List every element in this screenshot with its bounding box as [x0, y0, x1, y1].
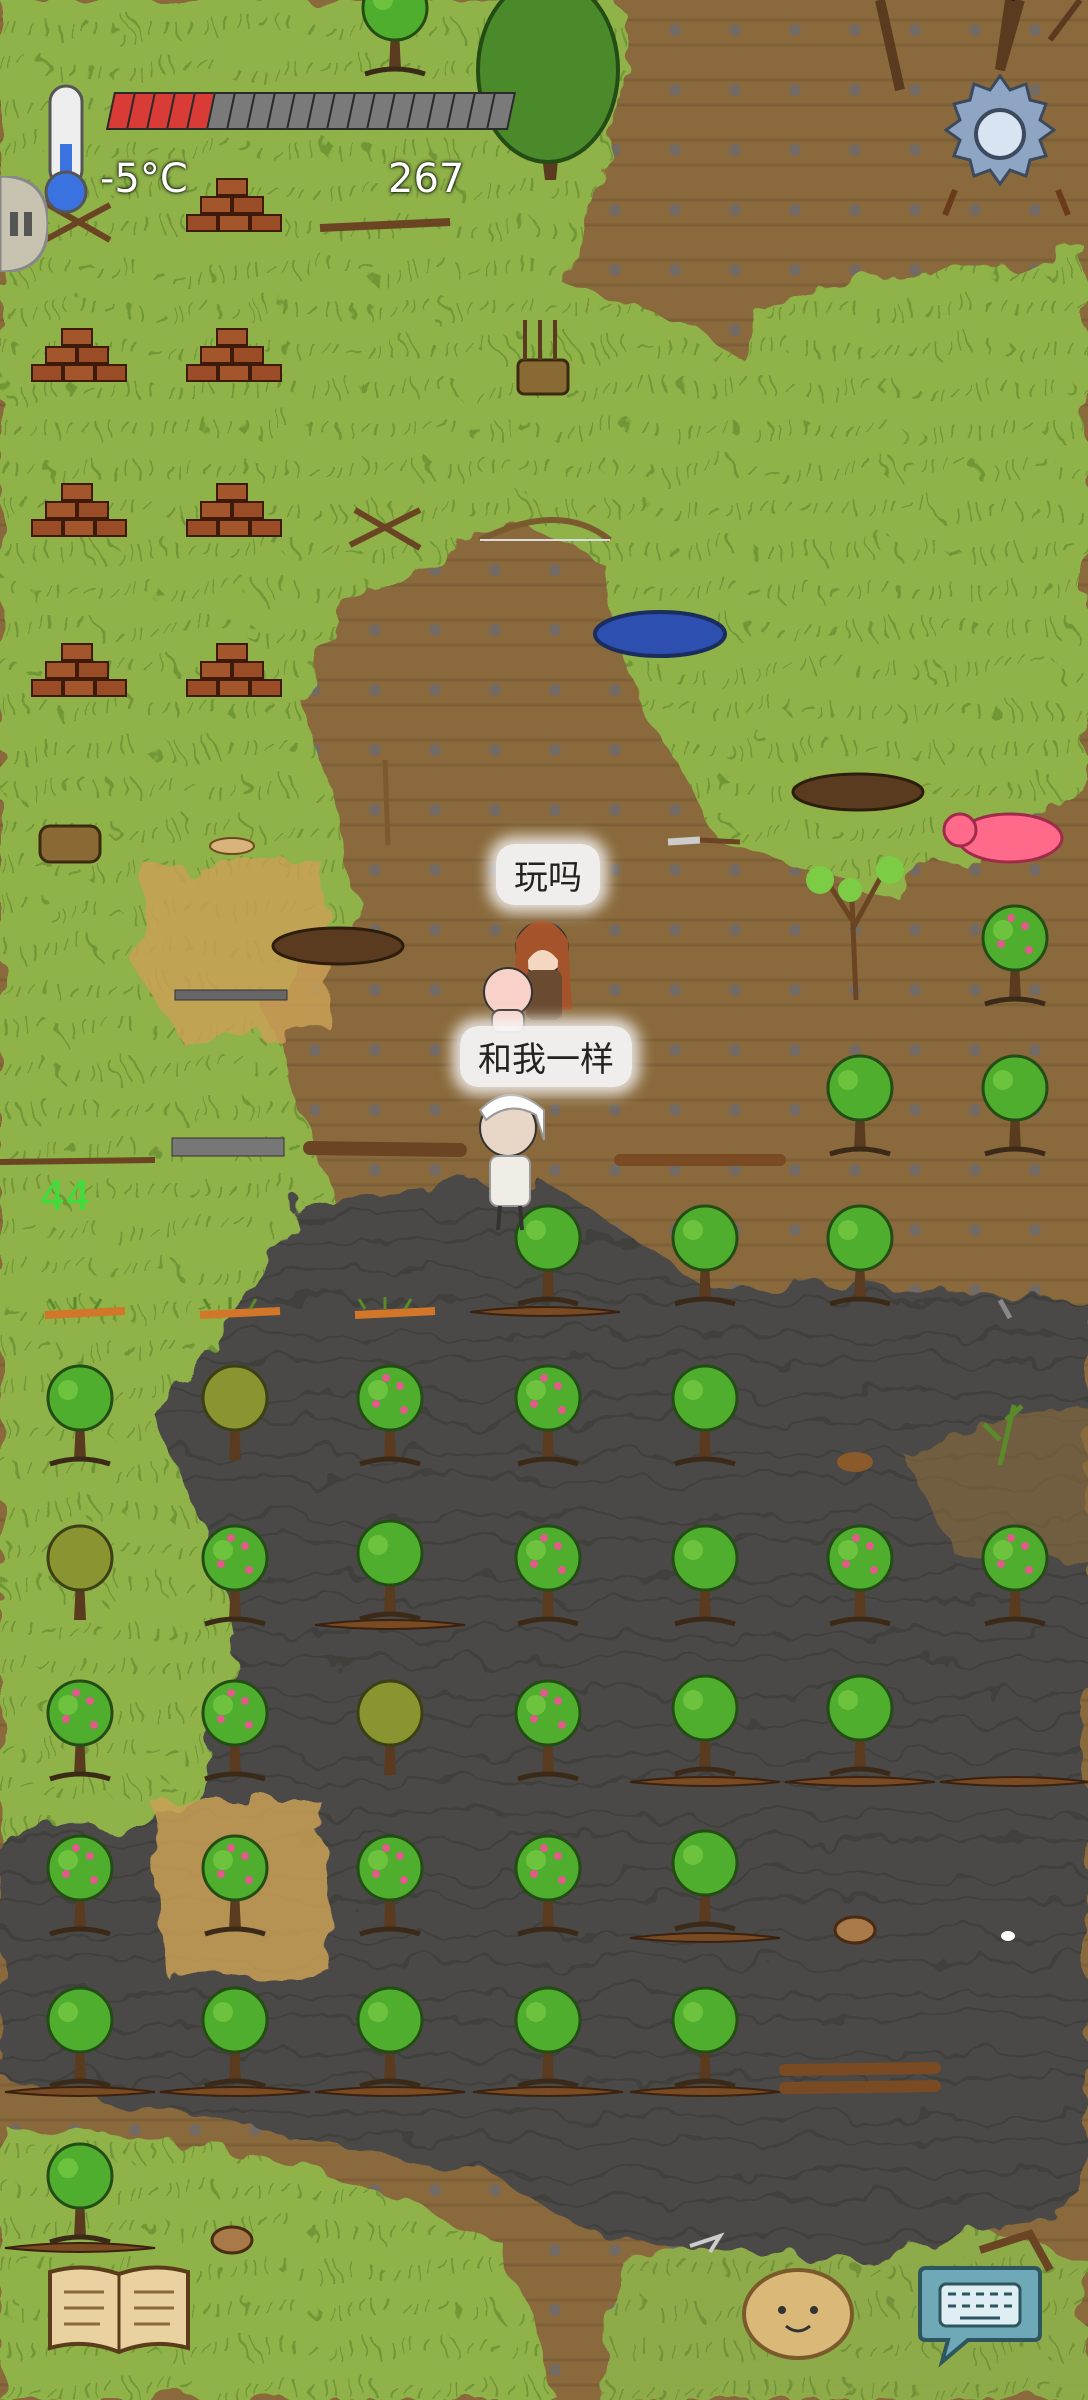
hud-top: -5°C 267 — [0, 0, 1088, 240]
potato-face-icon[interactable] — [740, 2262, 856, 2362]
speech-bubble-bottom: 和我一样 — [460, 1026, 632, 1087]
temperature-label: -5°C — [100, 156, 188, 202]
age-indicator: 44 — [40, 1174, 91, 1220]
pause-icon[interactable] — [0, 174, 50, 274]
yum-counter: 267 — [388, 156, 465, 202]
food-meter — [104, 0, 517, 140]
game-world[interactable] — [0, 0, 1088, 2400]
gear-icon[interactable] — [936, 70, 1064, 198]
player-characters[interactable] — [460, 900, 620, 1280]
speech-bubble-top: 玩吗 — [496, 844, 600, 905]
book-icon[interactable] — [44, 2262, 194, 2358]
keyboard-icon[interactable] — [916, 2258, 1044, 2368]
